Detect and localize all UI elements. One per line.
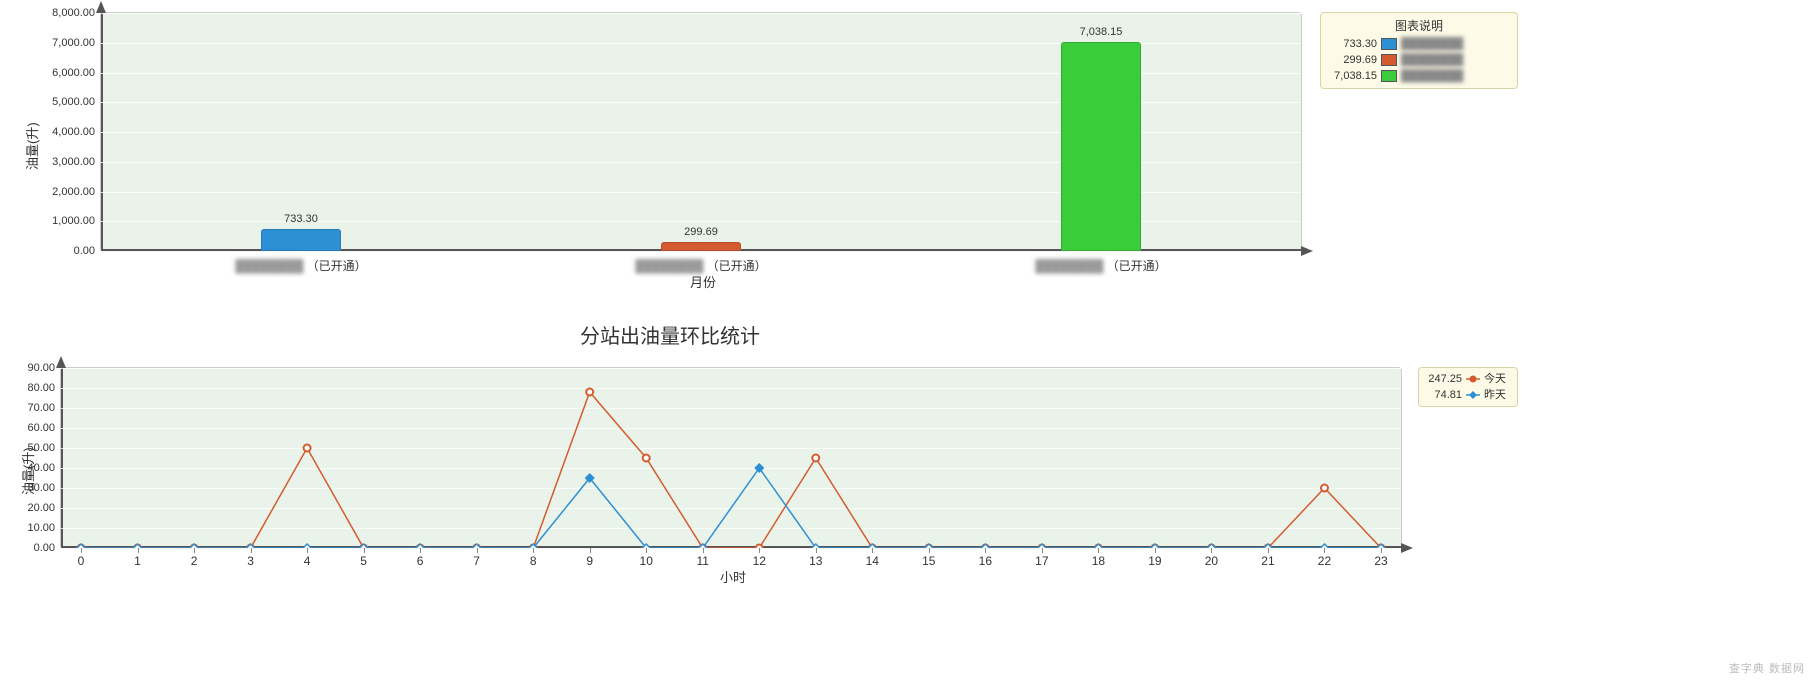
line-x-tick: 23 (1371, 554, 1391, 568)
line-x-tick: 11 (693, 554, 713, 568)
line-x-axis-label: 小时 (720, 567, 746, 586)
bar-x-category: ████████ （已开通） (1021, 257, 1181, 274)
bar-legend-title: 图表说明 (1329, 17, 1509, 34)
bar-y-axis-arrow-icon (96, 1, 106, 13)
line-legend-item[interactable]: 74.81昨天 (1424, 387, 1512, 403)
marker-circle-icon[interactable] (1321, 485, 1328, 492)
line-chart-title: 分站出油量环比统计 (580, 320, 760, 349)
bar-chart: 油量(升) 0.001,000.002,000.003,000.004,000.… (0, 0, 1530, 290)
line-y-tick: 50.00 (27, 442, 55, 454)
bar-y-tick: 3,000.00 (52, 156, 95, 168)
bar-0[interactable]: 733.30 (261, 229, 341, 251)
bar-x-category: ████████ （已开通） (221, 257, 381, 274)
line-x-tick: 18 (1088, 554, 1108, 568)
line-x-tick: 13 (806, 554, 826, 568)
bar-legend-item[interactable]: 7,038.15████████ (1329, 68, 1509, 84)
bar-y-tick: 0.00 (74, 245, 95, 257)
bar-y-axis-label: 油量(升) (22, 122, 41, 170)
line-x-tick: 5 (354, 554, 374, 568)
line-plot-area: 0.0010.0020.0030.0040.0050.0060.0070.008… (60, 367, 1402, 549)
line-y-tick: 80.00 (27, 382, 55, 394)
bar-y-tick: 7,000.00 (52, 37, 95, 49)
bar-plot-area: 0.001,000.002,000.003,000.004,000.005,00… (100, 12, 1302, 252)
marker-circle-icon[interactable] (812, 455, 819, 462)
line-legend-item[interactable]: 247.25今天 (1424, 371, 1512, 387)
bar-legend: 图表说明 733.30████████299.69████████7,038.1… (1320, 12, 1518, 89)
line-y-tick: 90.00 (27, 362, 55, 374)
bar-y-tick: 5,000.00 (52, 96, 95, 108)
line-x-tick: 16 (975, 554, 995, 568)
bar-y-tick: 8,000.00 (52, 7, 95, 19)
line-y-axis-arrow-icon (56, 356, 66, 368)
line-y-tick: 70.00 (27, 402, 55, 414)
bar-value-label: 299.69 (661, 226, 741, 238)
bar-value-label: 7,038.15 (1061, 26, 1141, 38)
bar-legend-item[interactable]: 299.69████████ (1329, 52, 1509, 68)
line-svg (61, 368, 1401, 548)
line-chart: 油量(升) 0.0010.0020.0030.0040.0050.0060.00… (0, 355, 1530, 595)
line-y-tick: 30.00 (27, 482, 55, 494)
marker-circle-icon[interactable] (643, 455, 650, 462)
line-x-tick: 12 (749, 554, 769, 568)
line-x-tick: 22 (1314, 554, 1334, 568)
line-x-tick: 9 (580, 554, 600, 568)
bar-y-tick: 4,000.00 (52, 126, 95, 138)
line-y-tick: 40.00 (27, 462, 55, 474)
watermark: 查字典 数据网 (1729, 660, 1805, 676)
bar-1[interactable]: 299.69 (661, 242, 741, 251)
line-y-tick: 10.00 (27, 522, 55, 534)
bar-legend-item[interactable]: 733.30████████ (1329, 36, 1509, 52)
marker-star-icon[interactable] (1320, 544, 1328, 548)
line-x-axis-arrow-icon (1401, 543, 1413, 553)
bar-y-tick: 6,000.00 (52, 67, 95, 79)
marker-star-icon[interactable] (303, 544, 311, 548)
line-x-tick: 15 (919, 554, 939, 568)
line-x-tick: 21 (1258, 554, 1278, 568)
line-x-tick: 3 (241, 554, 261, 568)
line-series-昨天[interactable] (81, 468, 1381, 548)
marker-circle-icon[interactable] (304, 445, 311, 452)
line-y-tick: 20.00 (27, 502, 55, 514)
bar-y-tick: 2,000.00 (52, 186, 95, 198)
line-x-tick: 2 (184, 554, 204, 568)
marker-circle-icon[interactable] (756, 545, 763, 549)
bar-x-axis-label: 月份 (690, 272, 716, 291)
line-legend: 247.25今天74.81昨天 (1418, 367, 1518, 407)
line-x-tick: 7 (467, 554, 487, 568)
line-x-tick: 6 (410, 554, 430, 568)
line-x-tick: 10 (636, 554, 656, 568)
line-x-tick: 19 (1145, 554, 1165, 568)
bar-y-tick: 1,000.00 (52, 215, 95, 227)
line-x-tick: 0 (71, 554, 91, 568)
bar-value-label: 733.30 (261, 213, 341, 225)
line-x-tick: 4 (297, 554, 317, 568)
line-x-tick: 17 (1032, 554, 1052, 568)
line-x-tick: 14 (862, 554, 882, 568)
line-x-tick: 1 (128, 554, 148, 568)
marker-circle-icon[interactable] (586, 389, 593, 396)
line-x-tick: 8 (523, 554, 543, 568)
line-y-tick: 0.00 (34, 542, 55, 554)
line-series-今天[interactable] (81, 392, 1381, 548)
line-y-tick: 60.00 (27, 422, 55, 434)
bar-2[interactable]: 7,038.15 (1061, 42, 1141, 251)
bar-x-axis-arrow-icon (1301, 246, 1313, 256)
line-x-tick: 20 (1201, 554, 1221, 568)
